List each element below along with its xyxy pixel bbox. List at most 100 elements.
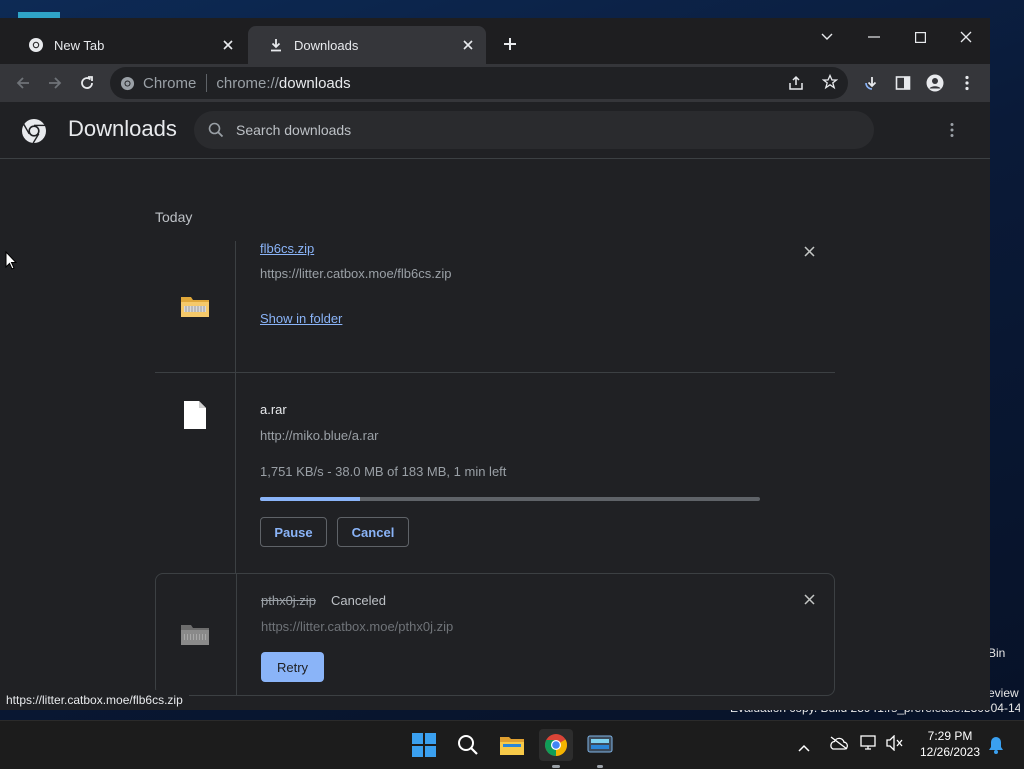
maximize-button[interactable] xyxy=(897,22,943,52)
file-name-canceled: pthx0j.zip xyxy=(261,593,316,608)
omnibox-divider xyxy=(206,74,208,92)
file-url[interactable]: http://miko.blue/a.rar xyxy=(260,428,379,443)
plus-icon xyxy=(504,38,516,50)
back-arrow-icon xyxy=(16,77,29,89)
zip-folder-icon xyxy=(180,622,210,646)
forward-button[interactable] xyxy=(41,69,69,97)
start-button[interactable] xyxy=(407,729,441,761)
windows-logo-icon xyxy=(412,733,436,757)
tab-title: Downloads xyxy=(294,37,359,53)
keyboard-app-icon xyxy=(587,735,613,753)
file-explorer-button[interactable] xyxy=(495,729,529,761)
icon-column xyxy=(155,373,236,573)
search-downloads-box[interactable]: Search downloads xyxy=(194,111,874,149)
downloads-toolbar-button[interactable] xyxy=(858,69,886,97)
tab-new-tab[interactable]: New Tab xyxy=(8,26,246,64)
new-tab-button[interactable] xyxy=(496,30,524,58)
progress-text: 1,751 KB/s - 38.0 MB of 183 MB, 1 min le… xyxy=(260,464,507,479)
download-icon xyxy=(268,37,284,53)
chrome-icon xyxy=(120,76,135,91)
eval-text-1: eview xyxy=(988,686,1019,700)
search-icon xyxy=(208,122,224,138)
file-name-link[interactable]: flb6cs.zip xyxy=(260,241,314,256)
downloads-page: Downloads Search downloads Today flb6cs.… xyxy=(0,102,990,710)
zip-folder-icon xyxy=(180,294,210,318)
minimize-icon xyxy=(868,36,880,38)
close-tab-icon[interactable] xyxy=(460,37,476,53)
progress-fill xyxy=(260,497,360,501)
avatar-icon xyxy=(926,74,944,92)
recycle-bin-label[interactable]: Bin xyxy=(988,646,1005,660)
notification-bell-icon[interactable] xyxy=(988,736,1004,759)
chrome-logo-icon xyxy=(21,118,47,144)
icon-column xyxy=(155,241,236,372)
close-icon xyxy=(960,31,972,43)
file-icon xyxy=(184,401,206,429)
system-clock[interactable]: 7:29 PM 12/26/2023 xyxy=(910,728,990,760)
show-in-folder-link[interactable]: Show in folder xyxy=(260,311,342,326)
minimize-button[interactable] xyxy=(851,22,897,52)
file-url[interactable]: https://litter.catbox.moe/flb6cs.zip xyxy=(260,266,451,281)
forward-arrow-icon xyxy=(49,77,62,89)
download-item-flb6cs: flb6cs.zip https://litter.catbox.moe/flb… xyxy=(155,241,835,372)
clock-time: 7:29 PM xyxy=(927,729,973,743)
chrome-taskbar-button[interactable] xyxy=(539,729,573,768)
omnibox[interactable]: Chrome chrome://downloads xyxy=(110,67,848,99)
icon-column xyxy=(156,574,237,695)
maximize-icon xyxy=(914,31,926,43)
search-input[interactable]: Search downloads xyxy=(236,122,351,138)
chrome-window: New Tab Downloads Chrome chrome:// downl… xyxy=(0,18,990,710)
site-chip-label: Chrome xyxy=(143,74,197,92)
download-item-pthx0j: pthx0j.zip Canceled https://litter.catbo… xyxy=(155,573,835,696)
downloads-header: Downloads Search downloads xyxy=(0,102,990,159)
tab-search-button[interactable] xyxy=(804,22,850,52)
close-tab-icon[interactable] xyxy=(220,37,236,53)
search-icon xyxy=(458,735,478,755)
retry-button[interactable]: Retry xyxy=(261,652,324,682)
chrome-icon xyxy=(28,37,44,53)
chevron-down-icon xyxy=(821,33,833,40)
menu-button[interactable] xyxy=(953,69,981,97)
status-bubble: https://litter.catbox.moe/flb6cs.zip xyxy=(0,690,189,710)
clock-date: 12/26/2023 xyxy=(919,745,981,759)
file-url: https://litter.catbox.moe/pthx0j.zip xyxy=(261,619,454,634)
volume-muted-icon[interactable] xyxy=(886,734,904,756)
share-icon[interactable] xyxy=(788,75,804,91)
profile-button[interactable] xyxy=(921,69,949,97)
download-item-a-rar: a.rar http://miko.blue/a.rar 1,751 KB/s … xyxy=(155,373,835,573)
remove-item-button[interactable] xyxy=(799,589,819,609)
status-canceled: Canceled xyxy=(331,593,386,608)
side-panel-icon xyxy=(895,76,911,90)
network-icon[interactable] xyxy=(860,735,878,756)
mouse-cursor-icon xyxy=(5,251,17,270)
pause-button[interactable]: Pause xyxy=(260,517,327,547)
close-icon xyxy=(803,245,815,257)
page-title: Downloads xyxy=(68,116,177,141)
remove-item-button[interactable] xyxy=(799,241,819,261)
side-panel-button[interactable] xyxy=(889,69,917,97)
progress-bar xyxy=(260,497,760,501)
folder-icon xyxy=(500,737,524,755)
onedrive-offline-icon[interactable] xyxy=(829,736,849,755)
back-button[interactable] xyxy=(9,69,37,97)
taskbar: 7:29 PM 12/26/2023 xyxy=(0,720,1024,769)
file-name: a.rar xyxy=(260,402,287,417)
chevron-up-icon[interactable] xyxy=(798,739,810,757)
toolbar: Chrome chrome://downloads xyxy=(0,64,990,102)
date-group-label: Today xyxy=(155,209,193,225)
bookmark-star-icon[interactable] xyxy=(822,74,838,90)
tab-strip: New Tab Downloads xyxy=(0,18,990,64)
close-window-button[interactable] xyxy=(943,22,989,52)
url-host: downloads xyxy=(278,74,351,92)
tab-title: New Tab xyxy=(54,37,105,53)
download-progress-icon xyxy=(865,77,877,90)
url-scheme: chrome:// xyxy=(216,74,279,92)
search-taskbar-button[interactable] xyxy=(451,729,485,761)
close-icon xyxy=(803,593,815,605)
reload-button[interactable] xyxy=(73,69,101,97)
cancel-button[interactable]: Cancel xyxy=(337,517,409,547)
page-menu-icon[interactable] xyxy=(950,122,954,138)
tab-downloads[interactable]: Downloads xyxy=(248,26,486,64)
touch-keyboard-app-button[interactable] xyxy=(583,729,617,768)
chrome-color-icon xyxy=(545,734,567,756)
